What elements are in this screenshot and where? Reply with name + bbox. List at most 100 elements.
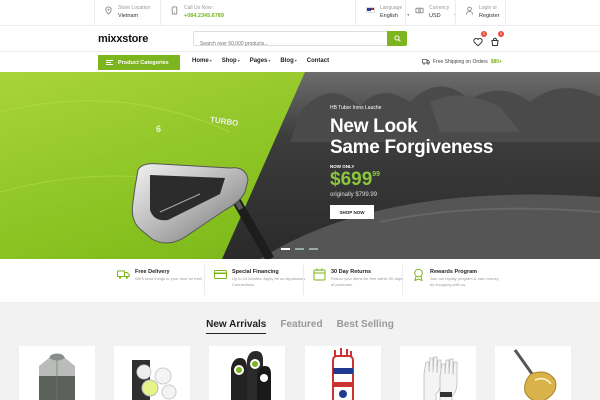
feature-title: Free Delivery xyxy=(135,269,170,275)
free-shipping-notice: Free Shipping on Orders $80+ xyxy=(422,59,502,65)
nav-item-blog[interactable]: Blog▾ xyxy=(280,58,296,64)
search-button[interactable] xyxy=(387,31,407,46)
divider xyxy=(505,0,506,26)
currency-selector[interactable]: Currency USD ▾ xyxy=(415,4,456,20)
wishlist-button[interactable]: 0 xyxy=(473,31,487,47)
currency-value: USD xyxy=(429,13,441,19)
heart-icon xyxy=(473,38,483,47)
product-categories-button[interactable]: Product Categories xyxy=(98,55,180,70)
feature-title: 30 Day Returns xyxy=(331,269,372,275)
chevron-down-icon: ▾ xyxy=(407,12,410,17)
features-strip: Free Delivery We'll send things to your … xyxy=(0,259,600,303)
store-location-label: Store Location xyxy=(118,5,151,11)
card-icon xyxy=(214,270,227,279)
slider-dot[interactable] xyxy=(309,248,318,250)
search-icon xyxy=(393,35,401,42)
golf-driver-image xyxy=(513,349,557,400)
feature-30-day-returns: 30 Day Returns Return your items for fre… xyxy=(313,268,405,287)
golf-balls-image xyxy=(132,360,177,400)
main-navigation: Product Categories Home▾ Shop▾ Pages▾ Bl… xyxy=(0,52,600,72)
golf-vest-image xyxy=(39,353,75,400)
divider xyxy=(455,0,456,26)
call-us-label: Call Us Now: xyxy=(184,5,213,11)
cart-button[interactable]: 0 xyxy=(490,31,504,46)
hero-title: New Look Same Forgiveness xyxy=(330,116,493,158)
product-categories-label: Product Categories xyxy=(118,59,169,66)
search-input[interactable] xyxy=(194,37,374,51)
nav-item-pages[interactable]: Pages▾ xyxy=(250,58,271,64)
top-utility-bar: Store Location Vietnam Call Us Now: +084… xyxy=(0,0,600,26)
tab-featured[interactable]: Featured xyxy=(280,319,322,334)
shipping-text: Free Shipping on Orders xyxy=(432,59,488,65)
divider xyxy=(303,265,304,295)
feature-desc: Up to 24 Months. Apply for an Appliances… xyxy=(232,276,306,287)
divider xyxy=(355,0,356,26)
nav-item-label: Shop xyxy=(221,58,237,64)
feature-rewards-program: Rewards Program Join our loyalty program… xyxy=(412,268,504,287)
login-label[interactable]: Login or xyxy=(479,4,499,12)
divider xyxy=(405,0,406,26)
chevron-down-icon: ▾ xyxy=(268,58,271,63)
slider-dots xyxy=(281,248,318,250)
original-price: originally $799.99 xyxy=(330,192,378,198)
nav-item-label: Contact xyxy=(306,58,330,64)
search-bar xyxy=(193,31,407,51)
site-header: mixxstore 0 0 xyxy=(0,26,600,52)
feature-special-financing: Special Financing Up to 24 Months. Apply… xyxy=(214,268,306,287)
product-card-golf-balls[interactable] xyxy=(114,346,190,400)
call-us[interactable]: Call Us Now: +084.2345.6789 xyxy=(170,4,224,20)
nav-item-label: Pages xyxy=(249,58,268,64)
chevron-down-icon: ▾ xyxy=(209,58,212,63)
register-link[interactable]: Register xyxy=(479,12,499,20)
hero-background xyxy=(0,72,600,259)
slider-dot[interactable] xyxy=(295,248,304,250)
shipping-amount: $80+ xyxy=(490,59,502,65)
hero-title-line2: Same Forgiveness xyxy=(330,137,494,158)
chevron-down-icon: ▾ xyxy=(294,58,297,63)
product-card-gloves[interactable] xyxy=(400,346,476,400)
cart-icon xyxy=(491,37,499,46)
feature-title: Special Financing xyxy=(232,269,279,275)
currency-icon xyxy=(415,7,424,14)
us-flag-icon xyxy=(366,7,375,13)
product-card-driver[interactable] xyxy=(495,346,571,400)
nav-item-shop[interactable]: Shop▾ xyxy=(222,58,240,64)
store-location-value: Vietnam xyxy=(118,13,139,19)
hero-eyebrow: HB Tubor Irons Lauche xyxy=(330,105,382,111)
feature-desc: Return your items for free within 30 day… xyxy=(331,276,403,287)
slider-dot[interactable] xyxy=(281,248,290,250)
language-label: Language xyxy=(380,5,403,11)
user-icon xyxy=(465,6,474,15)
product-card-vest[interactable] xyxy=(19,346,95,400)
nav-item-home[interactable]: Home▾ xyxy=(192,58,212,64)
location-pin-icon xyxy=(105,6,112,15)
divider xyxy=(402,265,403,295)
product-card-headcovers[interactable] xyxy=(209,346,285,400)
feature-free-delivery: Free Delivery We'll send things to your … xyxy=(117,268,209,282)
hero-title-line1: New Look xyxy=(330,116,418,137)
nav-item-label: Blog xyxy=(280,58,294,64)
chevron-down-icon: ▾ xyxy=(237,58,240,63)
feature-desc: Join our loyalty program & earn money by… xyxy=(430,276,499,287)
tab-best-selling[interactable]: Best Selling xyxy=(337,319,394,334)
shop-now-button[interactable]: SHOP NOW xyxy=(330,205,374,219)
price-cents: 99 xyxy=(372,171,381,178)
cart-count-badge: 0 xyxy=(498,31,504,37)
account-link[interactable]: Login or Register xyxy=(465,4,499,20)
divider xyxy=(204,265,205,295)
menu-icon xyxy=(106,60,113,65)
divider xyxy=(160,0,161,26)
nav-item-label: Home xyxy=(192,58,209,64)
site-logo[interactable]: mixxstore xyxy=(98,33,148,45)
hero-price: $69999 xyxy=(330,169,380,191)
store-location-selector[interactable]: Store Location Vietnam xyxy=(104,4,150,20)
language-selector[interactable]: Language English ▾ xyxy=(366,4,409,20)
nav-item-contact[interactable]: Contact xyxy=(307,58,329,64)
tab-new-arrivals[interactable]: New Arrivals xyxy=(206,319,267,334)
feature-desc: We'll send things to your door for free! xyxy=(135,276,203,281)
product-card-golf-bag[interactable] xyxy=(305,346,381,400)
calendar-icon xyxy=(313,268,326,281)
golf-bag-image xyxy=(332,348,354,400)
phone-number: +084.2345.6789 xyxy=(184,13,224,19)
product-tabs: New Arrivals Featured Best Selling xyxy=(0,319,600,334)
